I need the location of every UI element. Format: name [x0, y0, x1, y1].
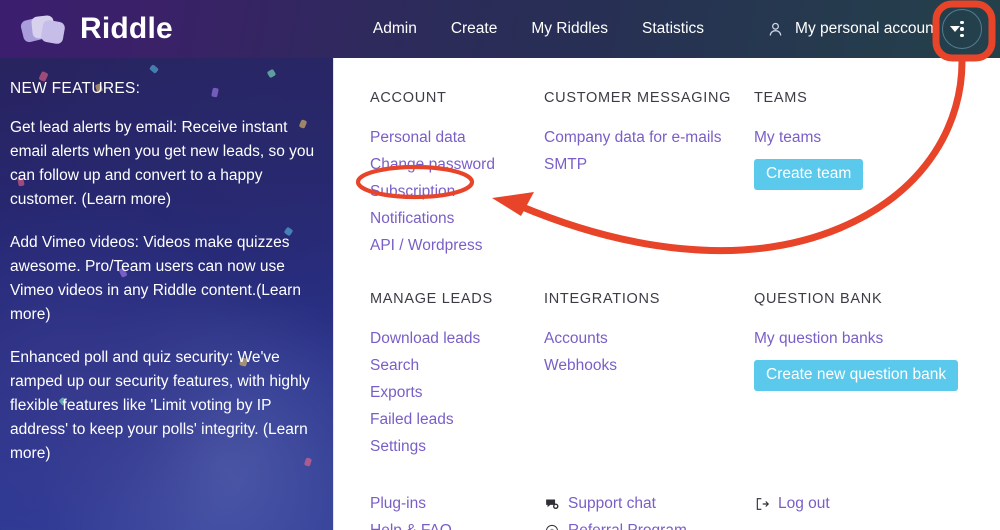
menu-section-customer-messaging: CUSTOMER MESSAGING Company data for e-ma… — [544, 90, 754, 259]
menu-item-my-teams[interactable]: My teams — [754, 124, 964, 151]
riddle-cards-logo-icon — [19, 12, 70, 46]
chat-bubble-icon — [546, 498, 559, 509]
news-sidebar: NEW FEATURES: Get lead alerts by email: … — [0, 58, 333, 530]
nav-item-my-riddles[interactable]: My Riddles — [531, 20, 608, 38]
menu-item-my-question-banks[interactable]: My question banks — [754, 325, 964, 352]
section-title-customer-messaging: CUSTOMER MESSAGING — [544, 90, 732, 106]
menu-row-3-footer: Plug-ins Help & FAQ Support chat — [334, 460, 1000, 530]
brand-name: Riddle — [80, 12, 173, 45]
menu-item-log-out[interactable]: Log out — [778, 490, 830, 517]
vertical-dots-icon[interactable] — [942, 9, 982, 49]
menu-footer-col-2: Support chat $ Referral Program — [544, 490, 754, 530]
menu-section-account: ACCOUNT Personal data Change password Su… — [334, 90, 544, 259]
brand-logo[interactable]: Riddle — [19, 12, 173, 46]
menu-item-download-leads[interactable]: Download leads — [370, 325, 544, 352]
menu-row-2: MANAGE LEADS Download leads Search Expor… — [334, 259, 1000, 460]
account-name-label: My personal account — [795, 20, 939, 37]
footer-item-plug-ins[interactable]: Plug-ins — [370, 490, 544, 517]
user-icon — [769, 22, 782, 35]
menu-item-exports[interactable]: Exports — [370, 379, 544, 406]
menu-row-1: ACCOUNT Personal data Change password Su… — [334, 58, 1000, 259]
sidebar-content: NEW FEATURES: Get lead alerts by email: … — [0, 58, 333, 466]
nav-item-create[interactable]: Create — [451, 20, 498, 38]
main-nav: Admin Create My Riddles Statistics — [373, 20, 704, 38]
menu-item-personal-data[interactable]: Personal data — [370, 124, 544, 151]
menu-section-teams: TEAMS My teams Create team — [754, 90, 964, 259]
menu-item-search[interactable]: Search — [370, 352, 544, 379]
menu-item-support-chat[interactable]: Support chat — [568, 490, 656, 517]
dollar-circle-icon: $ — [545, 524, 559, 530]
section-title-account: ACCOUNT — [370, 90, 447, 106]
menu-item-referral-program[interactable]: Referral Program — [568, 517, 687, 530]
create-team-button[interactable]: Create team — [754, 159, 864, 190]
menu-item-plug-ins[interactable]: Plug-ins — [370, 490, 426, 517]
footer-item-support-chat[interactable]: Support chat — [544, 490, 754, 517]
menu-item-smtp[interactable]: SMTP — [544, 151, 754, 178]
menu-footer-col-3: Log out — [754, 490, 964, 530]
nav-item-statistics[interactable]: Statistics — [642, 20, 704, 38]
section-title-question-bank: QUESTION BANK — [754, 291, 883, 307]
menu-section-question-bank: QUESTION BANK My question banks Create n… — [754, 291, 964, 460]
sidebar-paragraph-2: Add Vimeo videos: Videos make quizzes aw… — [10, 234, 301, 323]
footer-item-referral-program[interactable]: $ Referral Program — [544, 517, 754, 530]
svg-text:$: $ — [550, 526, 554, 530]
section-title-teams: TEAMS — [754, 90, 808, 106]
menu-item-help-faq[interactable]: Help & FAQ — [370, 517, 452, 530]
app-root: Riddle Admin Create My Riddles Statistic… — [0, 0, 1000, 530]
nav-item-admin[interactable]: Admin — [373, 20, 417, 38]
sign-out-icon — [756, 497, 770, 510]
menu-item-accounts[interactable]: Accounts — [544, 325, 754, 352]
menu-item-api-wordpress[interactable]: API / Wordpress — [370, 232, 544, 259]
menu-item-company-data-for-emails[interactable]: Company data for e-mails — [544, 124, 754, 151]
menu-section-integrations: INTEGRATIONS Accounts Webhooks — [544, 291, 754, 460]
menu-item-subscription[interactable]: Subscription — [370, 178, 544, 205]
menu-footer-col-1: Plug-ins Help & FAQ — [334, 490, 544, 530]
create-question-bank-button[interactable]: Create new question bank — [754, 360, 959, 391]
section-title-integrations: INTEGRATIONS — [544, 291, 661, 307]
sidebar-paragraph-1: Get lead alerts by email: Receive instan… — [10, 119, 315, 208]
menu-item-change-password[interactable]: Change password — [370, 151, 544, 178]
menu-item-notifications[interactable]: Notifications — [370, 205, 544, 232]
sidebar-paragraph-3: Enhanced poll and quiz security: We've r… — [10, 349, 310, 462]
footer-item-log-out[interactable]: Log out — [754, 490, 964, 517]
top-header: Riddle Admin Create My Riddles Statistic… — [0, 0, 1000, 58]
sidebar-title: NEW FEATURES: — [10, 80, 141, 97]
section-title-manage-leads: MANAGE LEADS — [370, 291, 493, 307]
menu-section-manage-leads: MANAGE LEADS Download leads Search Expor… — [334, 291, 544, 460]
menu-item-failed-leads[interactable]: Failed leads — [370, 406, 544, 433]
account-menu-panel: ACCOUNT Personal data Change password Su… — [333, 58, 1000, 530]
menu-item-webhooks[interactable]: Webhooks — [544, 352, 754, 379]
menu-item-settings[interactable]: Settings — [370, 433, 544, 460]
footer-item-help-faq[interactable]: Help & FAQ — [370, 517, 544, 530]
account-switcher[interactable]: My personal account — [766, 20, 961, 39]
